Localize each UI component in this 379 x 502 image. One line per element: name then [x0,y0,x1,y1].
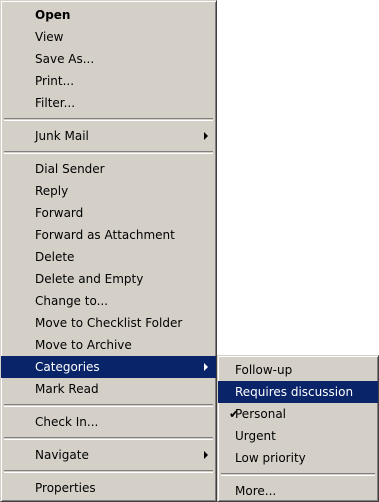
submenu-arrow-icon [204,451,208,459]
submenu-arrow-icon [204,132,208,140]
menu-separator [4,437,213,440]
menu-item-categories[interactable]: Categories [1,356,216,378]
menu-separator [4,470,213,473]
menu-item-filter[interactable]: Filter... [1,92,216,114]
submenu-item-follow-up[interactable]: Follow-up [218,359,378,381]
menu-item-change-to[interactable]: Change to... [1,290,216,312]
submenu-item-more[interactable]: More... [218,480,378,502]
menu-item-mark-read[interactable]: Mark Read [1,378,216,400]
menu-item-navigate[interactable]: Navigate [1,444,216,466]
menu-item-open[interactable]: Open [1,4,216,26]
submenu-arrow-icon [204,363,208,371]
menu-item-forward[interactable]: Forward [1,202,216,224]
menu-separator [4,118,213,121]
menu-item-move-to-archive[interactable]: Move to Archive [1,334,216,356]
menu-separator [4,151,213,154]
categories-submenu: Follow-up Requires discussion ✔ Personal… [217,355,379,502]
menu-item-delete-and-empty[interactable]: Delete and Empty [1,268,216,290]
menu-item-label: Categories [35,360,100,374]
menu-item-junk-mail[interactable]: Junk Mail [1,125,216,147]
submenu-item-personal[interactable]: ✔ Personal [218,403,378,425]
submenu-item-requires-discussion[interactable]: Requires discussion [218,381,378,403]
menu-item-forward-as-attachment[interactable]: Forward as Attachment [1,224,216,246]
context-menu: Open View Save As... Print... Filter... … [0,0,217,502]
submenu-item-low-priority[interactable]: Low priority [218,447,378,469]
menu-item-label: Personal [235,407,287,421]
menu-item-reply[interactable]: Reply [1,180,216,202]
menu-item-label: Navigate [35,448,89,462]
menu-item-move-to-checklist[interactable]: Move to Checklist Folder [1,312,216,334]
menu-item-print[interactable]: Print... [1,70,216,92]
menu-item-delete[interactable]: Delete [1,246,216,268]
menu-item-view[interactable]: View [1,26,216,48]
menu-item-check-in[interactable]: Check In... [1,411,216,433]
menu-separator [221,473,375,476]
menu-separator [4,404,213,407]
menu-item-save-as[interactable]: Save As... [1,48,216,70]
menu-item-dial-sender[interactable]: Dial Sender [1,158,216,180]
menu-item-properties[interactable]: Properties [1,477,216,499]
menu-item-label: Junk Mail [35,129,89,143]
checkmark-icon: ✔ [229,407,240,421]
submenu-item-urgent[interactable]: Urgent [218,425,378,447]
